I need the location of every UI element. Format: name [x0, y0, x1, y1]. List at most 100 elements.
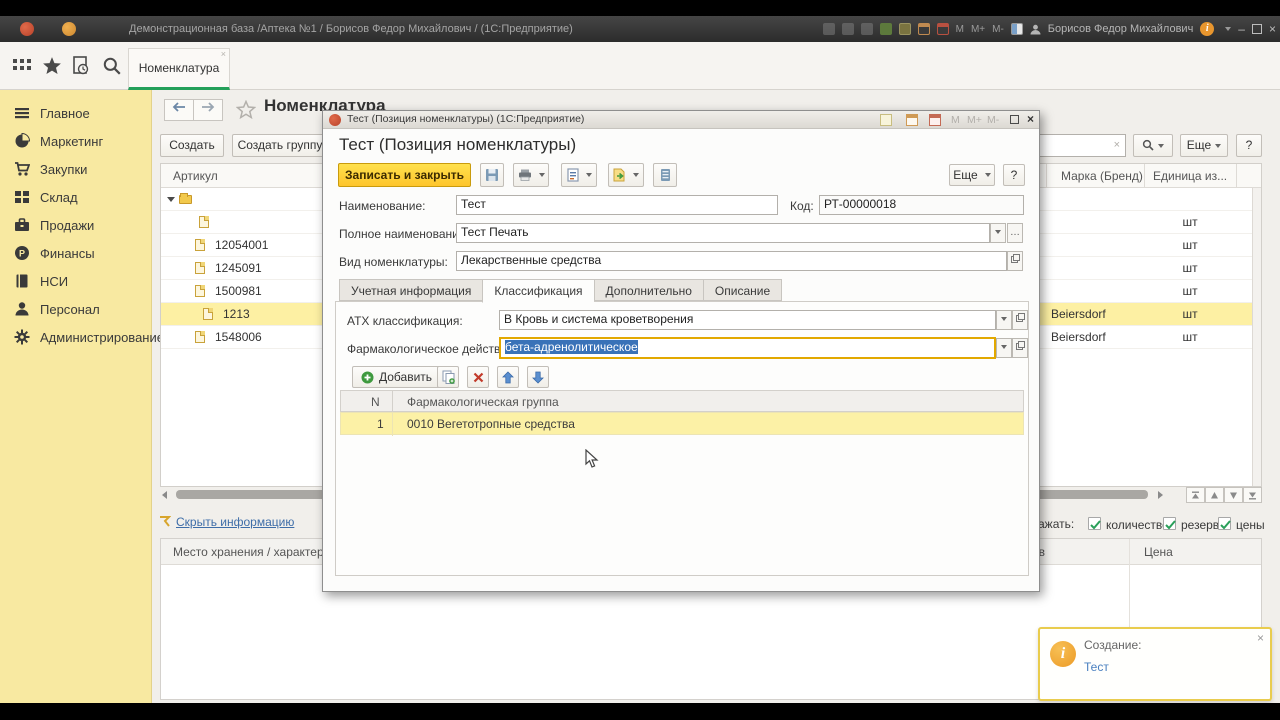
column-articul[interactable]: Артикул [173, 169, 218, 183]
create-group-button[interactable]: Создать группу [232, 134, 328, 157]
atx-dropdown-button[interactable] [996, 310, 1012, 330]
calendar-icon[interactable] [917, 23, 930, 35]
dialog-help-button[interactable]: ? [1003, 164, 1025, 186]
sidebar-item-administration[interactable]: Администрирование [14, 325, 164, 349]
move-down-button[interactable] [527, 366, 549, 388]
sidebar-item-sales[interactable]: Продажи [14, 213, 94, 237]
favorite-star-icon[interactable] [236, 100, 256, 119]
memory-m-button[interactable]: M [951, 114, 960, 126]
main-menu-circle-icon[interactable] [62, 22, 76, 36]
reports-button[interactable] [561, 163, 597, 187]
tab-additional[interactable]: Дополнительно [593, 279, 703, 301]
memory-mplus-button[interactable]: M+ [971, 24, 985, 35]
pharm-dropdown-button[interactable] [996, 338, 1012, 358]
pharm-open-button[interactable] [1012, 338, 1028, 358]
search-options-button[interactable] [1133, 134, 1173, 157]
memory-mminus-button[interactable]: M- [992, 24, 1004, 35]
minimize-button[interactable]: – [1238, 23, 1245, 35]
notification-link[interactable]: Тест [1084, 660, 1109, 674]
checkbox-icon[interactable] [1163, 517, 1176, 530]
code-field[interactable]: РТ-00000018 [819, 195, 1024, 215]
back-button[interactable] [164, 99, 194, 121]
pharm-action-field[interactable]: бета-адренолитическое [499, 337, 996, 359]
delete-row-button[interactable] [467, 366, 489, 388]
add-favorite-icon[interactable] [879, 23, 892, 35]
sidebar-item-personnel[interactable]: Персонал [14, 297, 100, 321]
save-icon[interactable] [822, 23, 835, 35]
calculator-icon[interactable] [936, 23, 949, 35]
sidebar-item-purchases[interactable]: Закупки [14, 157, 87, 181]
memory-mplus-button[interactable]: M+ [967, 114, 982, 126]
history-icon[interactable] [71, 56, 91, 76]
sidebar-item-marketing[interactable]: Маркетинг [14, 129, 103, 153]
atx-field[interactable]: В Кровь и система кроветворения [499, 310, 996, 330]
dialog-titlebar[interactable]: Тест (Позиция номенклатуры) (1С:Предприя… [323, 111, 1039, 129]
pharm-table-header[interactable]: N Фармакологическая группа [340, 390, 1024, 413]
kind-open-button[interactable] [1007, 251, 1023, 271]
print-button[interactable] [513, 163, 549, 187]
info-icon[interactable]: i [1200, 22, 1215, 36]
search-icon[interactable] [102, 56, 122, 76]
scroll-right-icon[interactable] [1158, 491, 1163, 499]
go-first-button[interactable] [1186, 487, 1205, 503]
calendar-icon[interactable] [906, 114, 918, 126]
checkbox-quantity[interactable]: количество [1088, 516, 1169, 534]
calculator-icon[interactable] [929, 114, 941, 126]
dialog-more-button[interactable]: Еще [949, 164, 995, 186]
registers-button[interactable] [653, 163, 677, 187]
column-brand[interactable]: Марка (Бренд) [1061, 169, 1143, 183]
hide-info-link[interactable]: Скрыть информацию [176, 515, 294, 529]
sidebar-item-warehouse[interactable]: Склад [14, 185, 78, 209]
vertical-scrollbar[interactable] [1252, 188, 1261, 486]
notifications-caret-icon[interactable] [1225, 27, 1232, 31]
checkbox-icon[interactable] [1218, 517, 1231, 530]
add-button[interactable]: Добавить [352, 366, 442, 388]
memory-mminus-button[interactable]: M- [987, 114, 999, 126]
notification-close-icon[interactable]: × [1257, 631, 1264, 645]
atx-open-button[interactable] [1012, 310, 1028, 330]
full-name-dropdown-button[interactable] [990, 223, 1006, 243]
maximize-button[interactable] [1010, 115, 1019, 124]
save-and-close-button[interactable]: Записать и закрыть [338, 163, 471, 187]
column-price[interactable]: Цена [1144, 545, 1173, 559]
column-unit[interactable]: Единица из... [1153, 169, 1227, 183]
checkbox-icon[interactable] [1088, 517, 1101, 530]
close-button[interactable]: × [1269, 23, 1276, 35]
sidebar-item-nsi[interactable]: НСИ [14, 269, 68, 293]
checkbox-prices[interactable]: цены [1218, 516, 1265, 534]
checkbox-reserve[interactable]: резерв [1163, 516, 1219, 534]
pharm-table-row-selected[interactable]: 1 0010 Вегетотропные средства [340, 412, 1024, 436]
name-field[interactable]: Тест [456, 195, 778, 215]
favorites-icon[interactable] [898, 23, 911, 35]
expander-icon[interactable] [167, 197, 175, 202]
create-based-on-button[interactable] [608, 163, 644, 187]
kind-field[interactable]: Лекарственные средства [456, 251, 1007, 271]
full-name-ellipsis-button[interactable]: … [1007, 223, 1023, 243]
clear-search-icon[interactable]: × [1114, 139, 1120, 151]
apps-grid-menu-icon[interactable] [12, 56, 32, 76]
notification-toast[interactable]: i Создание: Тест × [1038, 627, 1272, 701]
list-more-button[interactable]: Еще [1180, 134, 1228, 157]
tab-nomenclature[interactable]: Номенклатура × [128, 48, 230, 90]
tab-classification[interactable]: Классификация [482, 279, 594, 303]
memory-m-button[interactable]: M [956, 24, 964, 35]
create-button[interactable]: Создать [160, 134, 224, 157]
tab-description[interactable]: Описание [702, 279, 783, 301]
restore-button[interactable] [1251, 24, 1262, 34]
sidebar-item-finance[interactable]: P Финансы [14, 241, 95, 265]
save-button[interactable] [480, 163, 504, 187]
tab-accounting-info[interactable]: Учетная информация [339, 279, 483, 301]
go-down-button[interactable] [1224, 487, 1243, 503]
move-up-button[interactable] [497, 366, 519, 388]
paste-icon[interactable] [860, 23, 873, 35]
favorites-star-icon[interactable] [42, 56, 62, 76]
go-last-button[interactable] [1243, 487, 1262, 503]
dialog-close-button[interactable]: × [1027, 112, 1034, 126]
scroll-left-icon[interactable] [162, 491, 167, 499]
sidebar-item-main[interactable]: Главное [14, 101, 90, 125]
list-help-button[interactable]: ? [1236, 134, 1262, 157]
go-up-button[interactable] [1205, 487, 1224, 503]
pin-icon[interactable] [880, 114, 892, 126]
copy-row-button[interactable] [437, 366, 459, 388]
copy-icon[interactable] [841, 23, 854, 35]
